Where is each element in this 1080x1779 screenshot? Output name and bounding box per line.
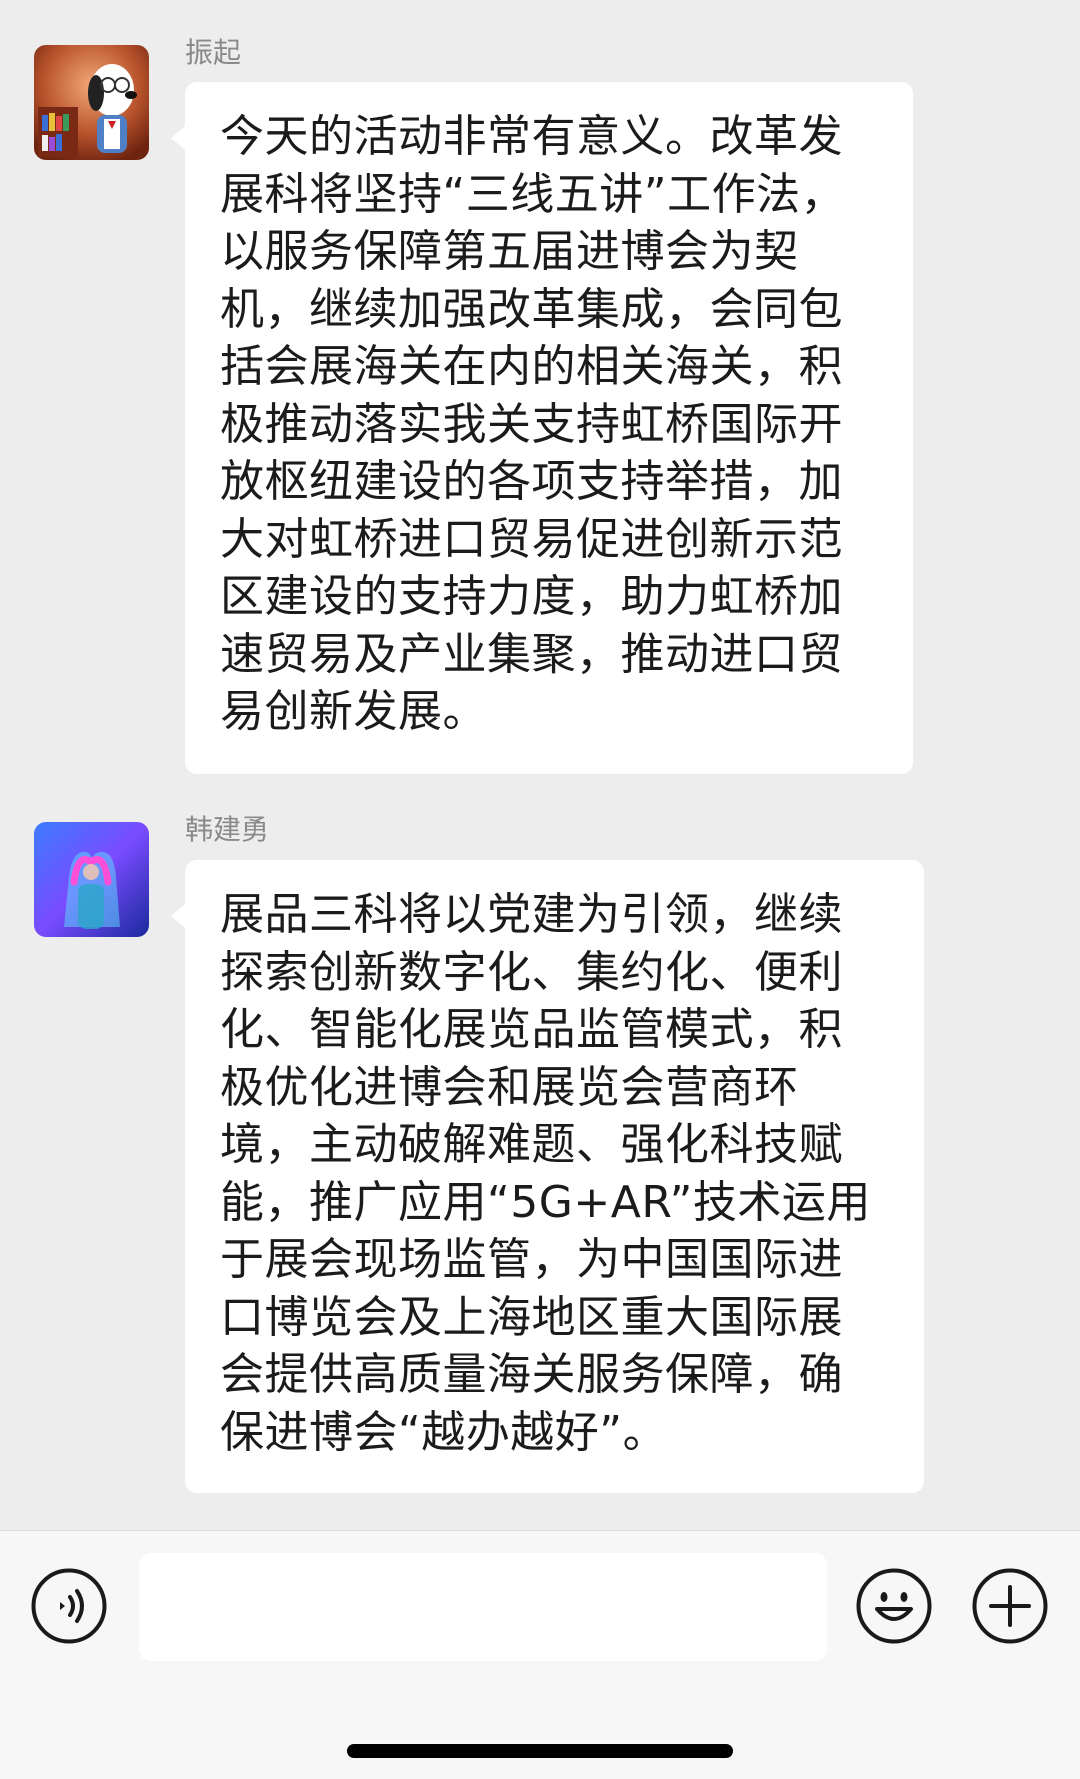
more-button[interactable] bbox=[971, 1567, 1049, 1645]
message-line: 极优化进博会和展览会营商环 bbox=[220, 1061, 799, 1113]
message-line: 区建设的支持力度，助力虹桥加 bbox=[220, 571, 843, 622]
message-line: 境，主动破解难题、强化科技赋 bbox=[220, 1119, 843, 1170]
message-line: 速贸易及产业集聚，推动进口贸 bbox=[220, 628, 843, 680]
message-line: 能，推广应用“5G+AR”技术运用 bbox=[220, 1176, 871, 1228]
message-line: 大对虹桥进口贸易促进创新示范 bbox=[220, 513, 843, 565]
message-line: 极推动落实我关支持虹桥国际开 bbox=[220, 398, 843, 450]
emoji-icon bbox=[856, 1568, 932, 1644]
voice-icon bbox=[31, 1568, 107, 1644]
message-line: 于展会现场监管，为中国国际进 bbox=[220, 1234, 843, 1285]
message-line: 会提供高质量海关服务保障，确 bbox=[220, 1349, 843, 1400]
message-line: 保进博会“越办越好”。 bbox=[220, 1406, 668, 1458]
message-line: 探索创新数字化、集约化、便利 bbox=[220, 946, 843, 998]
emoji-button[interactable] bbox=[855, 1567, 933, 1645]
message-line: 放枢纽建设的各项支持举措，加 bbox=[220, 456, 843, 507]
avatar[interactable] bbox=[34, 822, 149, 937]
heart-hands-avatar-icon bbox=[34, 822, 149, 937]
sender-name: 韩建勇 bbox=[185, 813, 270, 846]
message-text: 今天的活动非常有意义。改革发 展科将坚持“三线五讲”工作法， 以服务保障第五届进… bbox=[220, 108, 883, 741]
input-bar bbox=[0, 1530, 1080, 1779]
message-input[interactable] bbox=[139, 1553, 827, 1661]
sender-name: 振起 bbox=[185, 36, 242, 69]
message-line: 口博览会及上海地区重大国际展 bbox=[220, 1291, 843, 1343]
message-line: 化、智能化展览品监管模式，积 bbox=[220, 1004, 843, 1055]
message-line: 机，继续加强改革集成，会同包 bbox=[220, 283, 843, 335]
plus-icon bbox=[972, 1568, 1048, 1644]
avatar[interactable] bbox=[34, 45, 149, 160]
home-indicator[interactable] bbox=[347, 1744, 733, 1758]
message-line: 以服务保障第五届进博会为契 bbox=[220, 226, 799, 277]
message-text: 展品三科将以党建为引领，继续 探索创新数字化、集约化、便利 化、智能化展览品监管… bbox=[220, 886, 894, 1461]
message-line: 展品三科将以党建为引领，继续 bbox=[220, 889, 843, 940]
message-line: 括会展海关在内的相关海关，积 bbox=[220, 341, 843, 392]
voice-button[interactable] bbox=[30, 1567, 108, 1645]
message-bubble[interactable]: 今天的活动非常有意义。改革发 展科将坚持“三线五讲”工作法， 以服务保障第五届进… bbox=[171, 82, 913, 774]
message-line: 今天的活动非常有意义。改革发 bbox=[220, 111, 843, 162]
message-bubble[interactable]: 展品三科将以党建为引领，继续 探索创新数字化、集约化、便利 化、智能化展览品监管… bbox=[171, 860, 924, 1493]
message-line: 展科将坚持“三线五讲”工作法， bbox=[220, 168, 846, 220]
message-line: 易创新发展。 bbox=[220, 686, 487, 737]
snoopy-avatar-icon bbox=[34, 45, 149, 160]
chat-area: 振起 今天的活动非常有意义。改革发 展科将坚持“三线五讲”工作法， 以服务保障第… bbox=[0, 0, 1080, 1530]
